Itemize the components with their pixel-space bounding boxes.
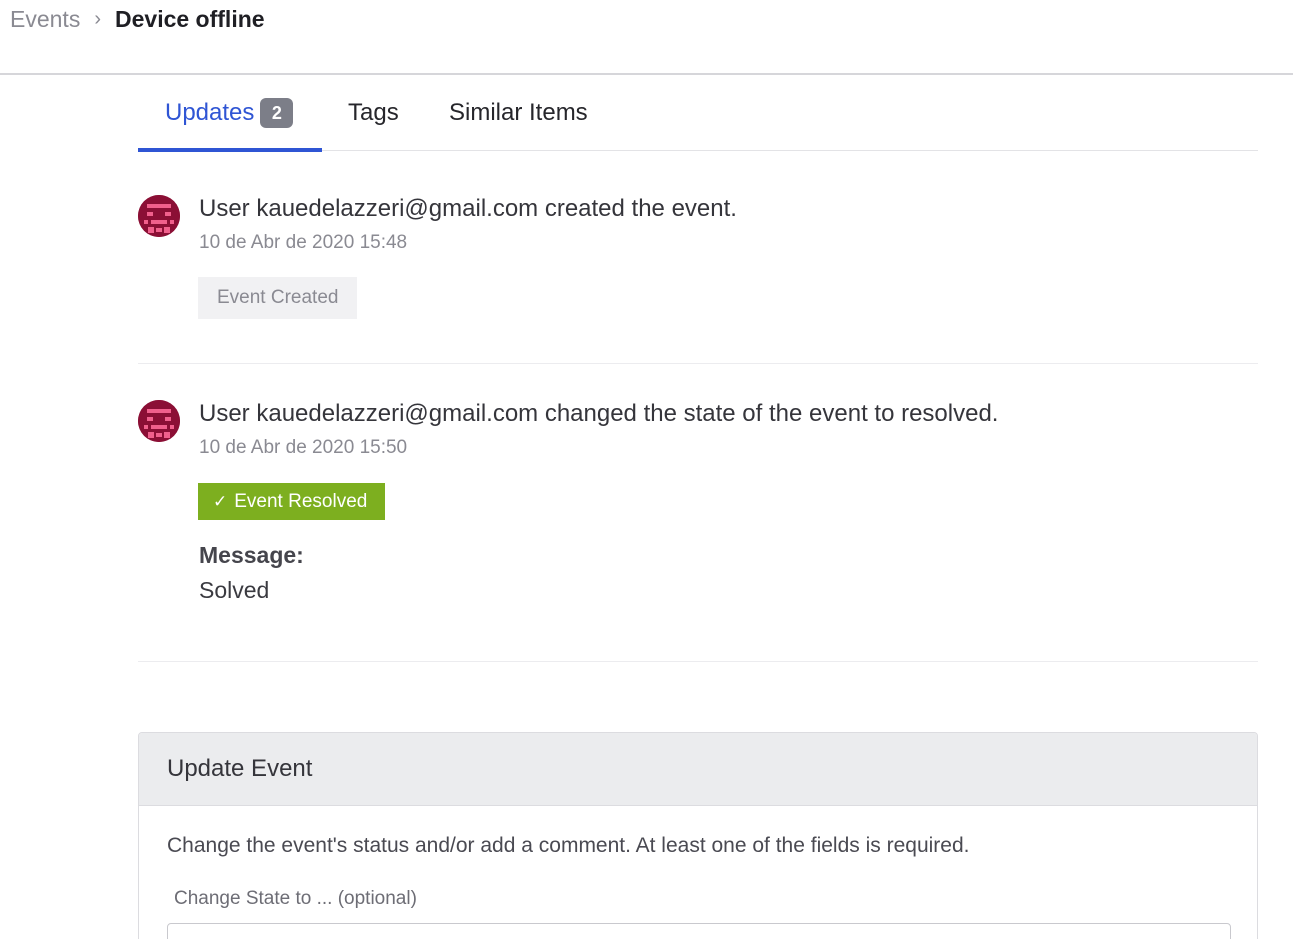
event-created-tag: Event Created xyxy=(198,277,358,319)
tab-tags[interactable]: Tags xyxy=(348,76,399,150)
update-event-card: Update Event Change the event's status a… xyxy=(138,732,1258,939)
user-avatar-icon xyxy=(138,195,180,237)
active-tab-indicator xyxy=(138,148,322,152)
change-state-label: Change State to ... (optional) xyxy=(174,888,417,909)
user-avatar-icon xyxy=(138,400,180,442)
update-item: User kauedelazzeri@gmail.com changed the… xyxy=(138,400,1258,662)
tab-bar: Updates 2 Tags Similar Items xyxy=(138,76,1258,152)
tab-updates[interactable]: Updates 2 xyxy=(165,76,294,150)
header-divider xyxy=(0,73,1293,75)
update-text: User kauedelazzeri@gmail.com created the… xyxy=(199,195,737,222)
tab-similar-items-label: Similar Items xyxy=(449,99,588,126)
update-event-description: Change the event's status and/or add a c… xyxy=(167,834,970,857)
event-resolved-label: Event Resolved xyxy=(234,490,368,512)
breadcrumb-events-link[interactable]: Events xyxy=(10,6,80,33)
updates-count-badge: 2 xyxy=(260,98,294,128)
event-resolved-tag: ✓ Event Resolved xyxy=(198,483,386,520)
update-event-header: Update Event xyxy=(139,733,1257,806)
tab-similar-items[interactable]: Similar Items xyxy=(449,76,588,150)
update-event-title: Update Event xyxy=(167,755,313,782)
chevron-right-icon: › xyxy=(94,7,101,30)
message-label: Message: xyxy=(199,542,304,568)
check-icon: ✓ xyxy=(213,491,228,511)
tab-updates-label: Updates xyxy=(165,99,255,126)
update-text: User kauedelazzeri@gmail.com changed the… xyxy=(199,400,999,427)
breadcrumb: Events › Device offline xyxy=(10,4,265,34)
update-timestamp: 10 de Abr de 2020 15:48 xyxy=(199,232,408,253)
message-value: Solved xyxy=(199,577,270,603)
change-state-select[interactable] xyxy=(167,923,1231,939)
tab-tags-label: Tags xyxy=(348,99,399,126)
page-title: Device offline xyxy=(115,5,265,32)
update-item: User kauedelazzeri@gmail.com created the… xyxy=(138,195,1258,364)
update-timestamp: 10 de Abr de 2020 15:50 xyxy=(199,437,408,458)
